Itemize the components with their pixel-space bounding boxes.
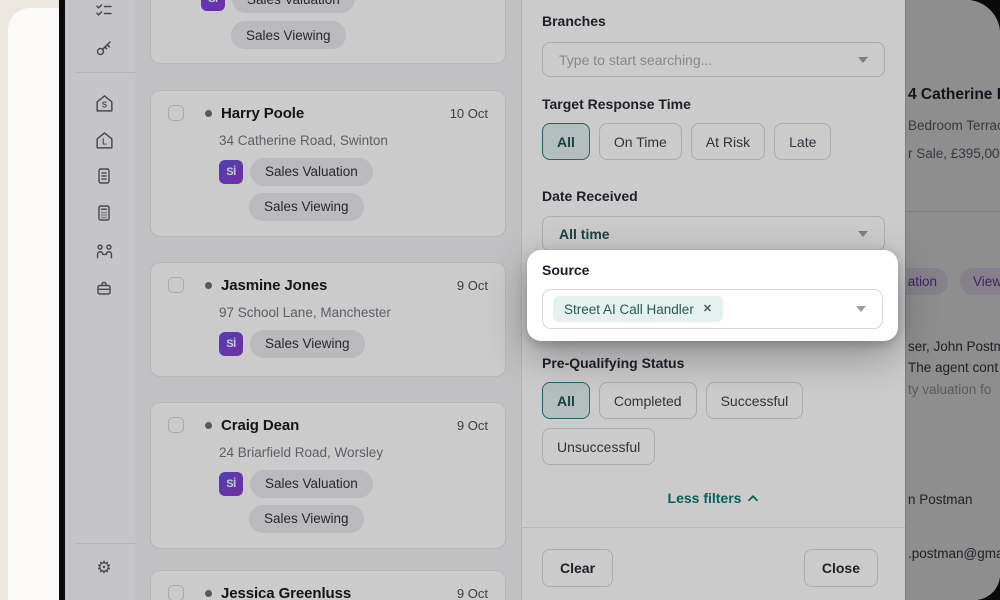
source-label: Source	[542, 262, 589, 278]
chevron-down-icon	[856, 306, 866, 312]
remove-chip-icon[interactable]: ✕	[703, 304, 712, 315]
source-selected-chip: Street AI Call Handler ✕	[553, 296, 723, 322]
source-filter-spotlight: Source Street AI Call Handler ✕	[527, 250, 898, 341]
background-card	[8, 8, 59, 600]
screen: S L	[0, 0, 1000, 600]
source-select[interactable]: Street AI Call Handler ✕	[542, 289, 883, 329]
source-chip-label: Street AI Call Handler	[564, 302, 694, 317]
